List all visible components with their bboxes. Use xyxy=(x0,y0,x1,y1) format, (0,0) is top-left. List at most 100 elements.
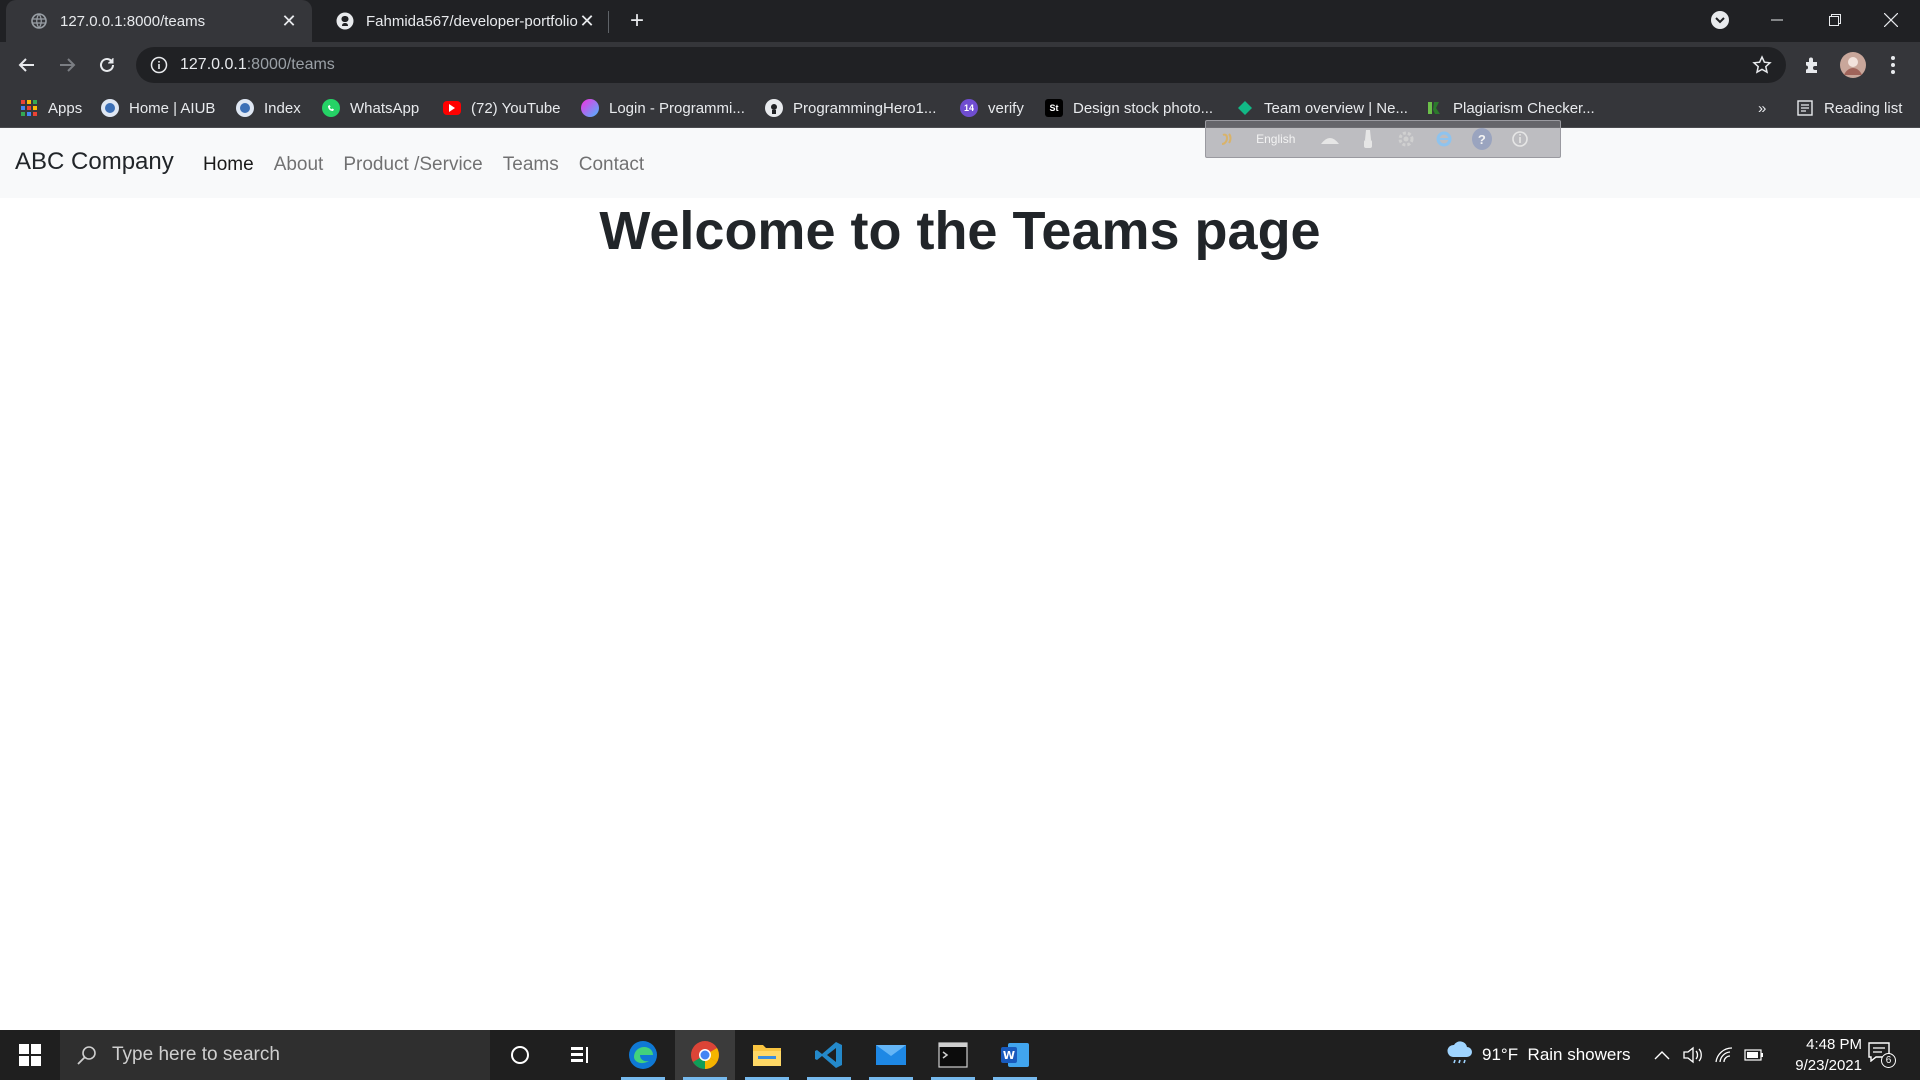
tab-separator xyxy=(608,11,609,33)
notification-center-button[interactable]: 6 xyxy=(1868,1030,1896,1080)
tab-close-icon[interactable]: ✕ xyxy=(578,11,596,31)
internet-explorer-icon[interactable] xyxy=(1434,128,1454,150)
bookmark-apps[interactable]: Apps xyxy=(20,96,82,120)
bookmark-verify[interactable]: 14 verify xyxy=(960,96,1024,120)
back-icon[interactable] xyxy=(12,50,42,80)
info-icon[interactable] xyxy=(1510,128,1530,150)
help-icon[interactable]: ? xyxy=(1471,128,1492,150)
windows-taskbar: Type here to search W 91°F Rain showers xyxy=(0,1030,1920,1080)
input-method-icon[interactable] xyxy=(1218,128,1238,150)
terminal-app-icon[interactable] xyxy=(923,1030,983,1080)
bookmark-label: Index xyxy=(264,99,301,117)
github-icon xyxy=(765,99,783,117)
bookmark-label: (72) YouTube xyxy=(471,99,561,117)
settings-gear-icon[interactable] xyxy=(1396,128,1416,150)
close-window-icon[interactable] xyxy=(1862,0,1920,40)
new-tab-button[interactable]: + xyxy=(622,6,652,36)
browser-menu-icon[interactable] xyxy=(1878,50,1908,80)
nav-about[interactable]: About xyxy=(274,154,324,176)
task-view-icon[interactable] xyxy=(550,1030,610,1080)
bookmark-login-programming[interactable]: Login - Programmi... xyxy=(581,96,745,120)
tab-github[interactable]: Fahmida567/developer-portfolio ✕ xyxy=(312,0,610,42)
tab-teams[interactable]: 127.0.0.1:8000/teams ✕ xyxy=(6,0,312,42)
site-navbar: ABC Company Home About Product /Service … xyxy=(0,128,1920,198)
weather-text: 91°F Rain showers xyxy=(1482,1045,1631,1064)
chrome-app-icon[interactable] xyxy=(675,1030,735,1080)
extensions-icon[interactable] xyxy=(1797,50,1827,80)
bookmark-label: ProgrammingHero1... xyxy=(793,99,937,117)
bookmark-programminghero[interactable]: ProgrammingHero1... xyxy=(765,96,936,120)
language-selector[interactable]: English xyxy=(1256,132,1295,146)
profile-avatar[interactable] xyxy=(1838,50,1868,80)
clock-date: 9/23/2021 xyxy=(1795,1057,1862,1074)
svg-text:W: W xyxy=(1003,1049,1015,1062)
nav-contact[interactable]: Contact xyxy=(579,154,644,176)
bookmark-home-aiub[interactable]: Home | AIUB xyxy=(101,96,215,120)
bookmark-star-icon[interactable] xyxy=(1752,55,1772,75)
keyboard-icon[interactable] xyxy=(1319,128,1339,150)
bookmark-team-overview[interactable]: Team overview | Ne... xyxy=(1236,96,1408,120)
bookmark-label: Home | AIUB xyxy=(129,99,216,117)
url-host: 127.0.0.1 xyxy=(180,56,247,73)
cortana-icon[interactable] xyxy=(490,1030,550,1080)
bookmark-youtube[interactable]: (72) YouTube xyxy=(443,96,561,120)
bookmark-label: Design stock photo... xyxy=(1073,99,1214,117)
weather-rain-icon xyxy=(1446,1040,1474,1070)
reload-icon[interactable] xyxy=(92,50,122,80)
reading-list-label: Reading list xyxy=(1824,99,1903,117)
nav-product-service[interactable]: Product /Service xyxy=(343,154,482,176)
bookmark-whatsapp[interactable]: WhatsApp xyxy=(322,96,419,120)
bookmarks-overflow-label: » xyxy=(1758,99,1767,117)
tab-close-icon[interactable]: ✕ xyxy=(280,11,298,31)
volume-icon[interactable] xyxy=(1682,1030,1704,1080)
bookmark-label: verify xyxy=(988,99,1024,117)
aiub-icon xyxy=(236,99,254,117)
verify-icon: 14 xyxy=(960,99,978,117)
minimize-icon[interactable] xyxy=(1748,0,1806,40)
aiub-icon xyxy=(101,99,119,117)
windows-logo-icon xyxy=(19,1044,41,1066)
globe-icon xyxy=(30,12,48,30)
bookmarks-bar: Apps Home | AIUB Index WhatsApp (72) You… xyxy=(0,88,1920,128)
tab-title: 127.0.0.1:8000/teams xyxy=(60,12,206,30)
bookmark-label: Team overview | Ne... xyxy=(1264,99,1408,117)
bookmarks-overflow-button[interactable]: » xyxy=(1758,96,1766,120)
brand-logo[interactable]: ABC Company xyxy=(15,148,174,176)
bookmark-plagiarism-checker[interactable]: Plagiarism Checker... xyxy=(1425,96,1595,120)
programming-hero-icon xyxy=(581,99,599,117)
battery-icon[interactable] xyxy=(1744,1030,1764,1080)
url-path: :8000/teams xyxy=(246,56,335,73)
restore-icon[interactable] xyxy=(1806,0,1864,40)
bookmark-design-stock[interactable]: St Design stock photo... xyxy=(1045,96,1213,120)
nav-home[interactable]: Home xyxy=(203,154,254,176)
show-hidden-icons-button[interactable] xyxy=(1654,1030,1670,1080)
page-heading: Welcome to the Teams page xyxy=(599,201,1321,261)
nav-teams[interactable]: Teams xyxy=(503,154,559,176)
edge-app-icon[interactable] xyxy=(613,1030,673,1080)
address-bar[interactable]: 127.0.0.1:8000/teams xyxy=(136,47,1786,83)
reading-list-button[interactable]: Reading list xyxy=(1796,96,1902,120)
team-overview-icon xyxy=(1236,99,1254,117)
whatsapp-icon xyxy=(322,99,340,117)
site-info-icon[interactable] xyxy=(150,56,168,74)
vscode-app-icon[interactable] xyxy=(799,1030,859,1080)
tab-search-icon[interactable] xyxy=(1710,10,1732,32)
weather-widget[interactable]: 91°F Rain showers xyxy=(1446,1030,1631,1080)
clock-time: 4:48 PM xyxy=(1806,1036,1862,1053)
shutterstock-icon: St xyxy=(1045,99,1063,117)
search-icon xyxy=(76,1044,98,1066)
tab-title: Fahmida567/developer-portfolio xyxy=(366,12,578,30)
pen-icon[interactable] xyxy=(1358,128,1378,150)
system-clock[interactable]: 4:48 PM 9/23/2021 xyxy=(1762,1034,1862,1076)
taskbar-search-box[interactable]: Type here to search xyxy=(60,1030,490,1080)
bookmark-label: Plagiarism Checker... xyxy=(1453,99,1595,117)
language-toolbar[interactable]: English ? xyxy=(1205,120,1561,158)
wifi-icon[interactable] xyxy=(1714,1030,1734,1080)
file-explorer-icon[interactable] xyxy=(737,1030,797,1080)
forward-icon[interactable] xyxy=(52,50,82,80)
mail-app-icon[interactable] xyxy=(861,1030,921,1080)
word-app-icon[interactable]: W xyxy=(985,1030,1045,1080)
reading-list-icon xyxy=(1796,99,1814,117)
bookmark-index[interactable]: Index xyxy=(236,96,301,120)
start-button[interactable] xyxy=(0,1030,60,1080)
